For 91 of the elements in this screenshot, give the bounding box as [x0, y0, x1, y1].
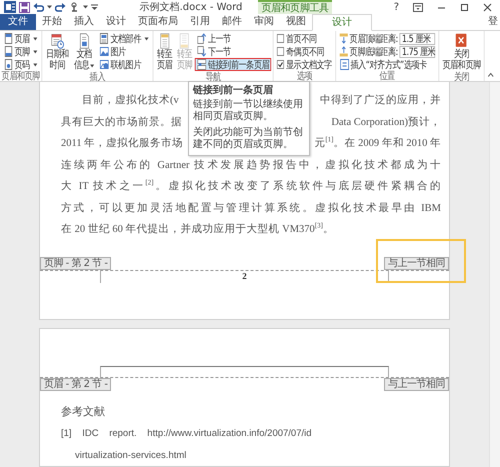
body-text: 元$^{[1]}$。在 2009 年和 2010 年: [314, 134, 441, 151]
tooltip-text: 关闭此功能可为当前节创建不同的页眉或页脚。: [193, 127, 304, 151]
checkbox[interactable]: [277, 60, 284, 69]
ribbon-button[interactable]: 文档部件: [97, 32, 151, 45]
body-text: 目前，虚拟化技术(v: [81, 93, 179, 108]
caret-icon: [144, 36, 148, 40]
body-text: 中得到了广泛的应用，并: [320, 93, 441, 108]
ribbon-options-icon[interactable]: [413, 2, 423, 12]
caret-icon: [33, 36, 38, 40]
ribbon-tab[interactable]: 引用: [184, 14, 216, 30]
body-text: 在 20 世纪 60 年代提出，并成功应用于大型机 VM370$^{[3]}$。: [61, 220, 335, 237]
ribbon-tab[interactable]: 插入: [68, 14, 100, 30]
spin-field[interactable]: 1.75 厘米: [399, 46, 436, 58]
checkbox-option[interactable]: 首页不同: [276, 32, 334, 45]
close-icon[interactable]: [483, 2, 492, 12]
body-text: 大 IT 技术之一$^{[2]}$。虚拟化技术改变了系统软件与底层硬件紧耦合的: [61, 178, 441, 194]
context-tab-label: 页眉和页脚工具: [258, 0, 332, 14]
caret-icon: [83, 5, 88, 9]
caret-icon: [47, 5, 52, 9]
ribbon-button[interactable]: 日期和时间: [44, 32, 71, 72]
tooltip-text: 链接到前一节以继续使用相同页眉或页脚。: [193, 99, 304, 123]
checkbox[interactable]: [277, 34, 284, 43]
ribbon-button[interactable]: 文档信息: [72, 32, 97, 72]
image-icon: [100, 59, 109, 70]
checkbox-option[interactable]: 奇偶页不同: [276, 45, 334, 58]
ribbon-tab[interactable]: 审阅: [248, 14, 280, 30]
ribbon-button[interactable]: 图片: [97, 45, 151, 58]
spin-field[interactable]: 1.5 厘米: [399, 32, 436, 44]
header-distance-icon: [339, 33, 348, 44]
same-as-previous-label: 与上一节相同: [384, 378, 449, 390]
reference-text: virtualization-services.html: [74, 448, 188, 462]
link-icon: [197, 59, 206, 70]
section-label: 页脚 - 第 2 节 -: [40, 256, 112, 270]
group-label: 选项: [296, 71, 314, 81]
ribbon-tab[interactable]: 设计: [100, 14, 132, 30]
ribbon-button[interactable]: 关闭 页眉和页脚: [440, 32, 482, 72]
align-tab-icon: [340, 59, 349, 70]
reference-text: [1] IDC report. http://www.virtualization.info/2007/07/id: [61, 427, 313, 441]
ribbon-button[interactable]: 页脚: [2, 45, 40, 58]
ribbon-button[interactable]: 上一节: [195, 32, 272, 45]
body-text: 方式，可以更加灵活地配置与管理计算系统。虚拟化技术最早由 IBM: [61, 201, 441, 216]
ribbon-button[interactable]: 插入“对齐方式”选项卡: [338, 58, 437, 71]
touch-icon[interactable]: [69, 2, 80, 12]
page-icon: [4, 46, 13, 57]
tooltip-title: 链接到前一条页眉: [193, 85, 274, 97]
image-icon: [100, 46, 109, 57]
save-icon[interactable]: [19, 2, 30, 12]
section-label: 页眉 - 第 2 节 -: [40, 378, 112, 390]
caret-icon: [33, 50, 38, 54]
body-text: 具有巨大的市场前景。据: [61, 115, 182, 130]
collapse-ribbon-icon[interactable]: [488, 72, 494, 77]
page-icon: [178, 33, 191, 49]
ribbon-button[interactable]: 页眉: [2, 32, 40, 45]
body-text: 连续两年公布的 Gartner 技术发展趋势报告中，虚拟化技术都成为十: [61, 158, 441, 172]
ribbon-button[interactable]: 转至页眉: [154, 32, 174, 72]
body-text: Data Corporation)预计，: [331, 115, 441, 130]
page-number: 2: [242, 270, 247, 282]
page-icon: [4, 59, 13, 70]
scrollbar[interactable]: [489, 82, 500, 467]
arrow-down-icon: [197, 46, 206, 57]
window-title: 示例文档.docx - Word: [138, 0, 244, 14]
maximize-icon[interactable]: [460, 2, 469, 12]
ribbon-tab[interactable]: 文件: [0, 14, 36, 30]
body-text: 2011 年，虚拟化服务市场: [61, 136, 184, 151]
ribbon-button[interactable]: 页码: [2, 58, 40, 71]
ribbon-button[interactable]: 联机图片: [97, 58, 151, 71]
customize-icon[interactable]: [91, 4, 98, 10]
group-label: 页眉和页脚: [2, 71, 40, 81]
checkbox[interactable]: [277, 47, 284, 56]
group-label: 位置: [378, 71, 396, 81]
app-logo-icon: [4, 1, 16, 13]
ribbon-tab[interactable]: 开始: [36, 14, 68, 30]
caret-icon: [90, 64, 94, 68]
ribbon-tab[interactable]: 设计: [312, 14, 372, 31]
footer-distance-icon: [339, 46, 348, 57]
checkbox-option[interactable]: 显示文档文字: [276, 58, 334, 71]
ribbon-button[interactable]: 下一节: [195, 45, 272, 58]
ribbon-tab[interactable]: 页面布局: [132, 14, 184, 30]
redo-icon[interactable]: [55, 2, 66, 12]
sign-in-link[interactable]: 登: [488, 14, 500, 30]
same-as-previous-label: 与上一节相同: [384, 256, 449, 270]
caret-icon: [33, 62, 38, 66]
field-label: 页眉顶端距离:: [350, 32, 398, 46]
ribbon-button[interactable]: 链接到前一条页眉: [195, 58, 272, 71]
help-button[interactable]: ?: [394, 2, 399, 12]
field-label: 页脚底端距离:: [350, 46, 398, 58]
ribbon-tab[interactable]: 视图: [280, 14, 312, 30]
ribbon-tab[interactable]: 邮件: [216, 14, 248, 30]
undo-icon[interactable]: [33, 2, 44, 12]
group-label: 关闭: [452, 72, 470, 81]
section-heading: 参考文献: [61, 404, 106, 420]
